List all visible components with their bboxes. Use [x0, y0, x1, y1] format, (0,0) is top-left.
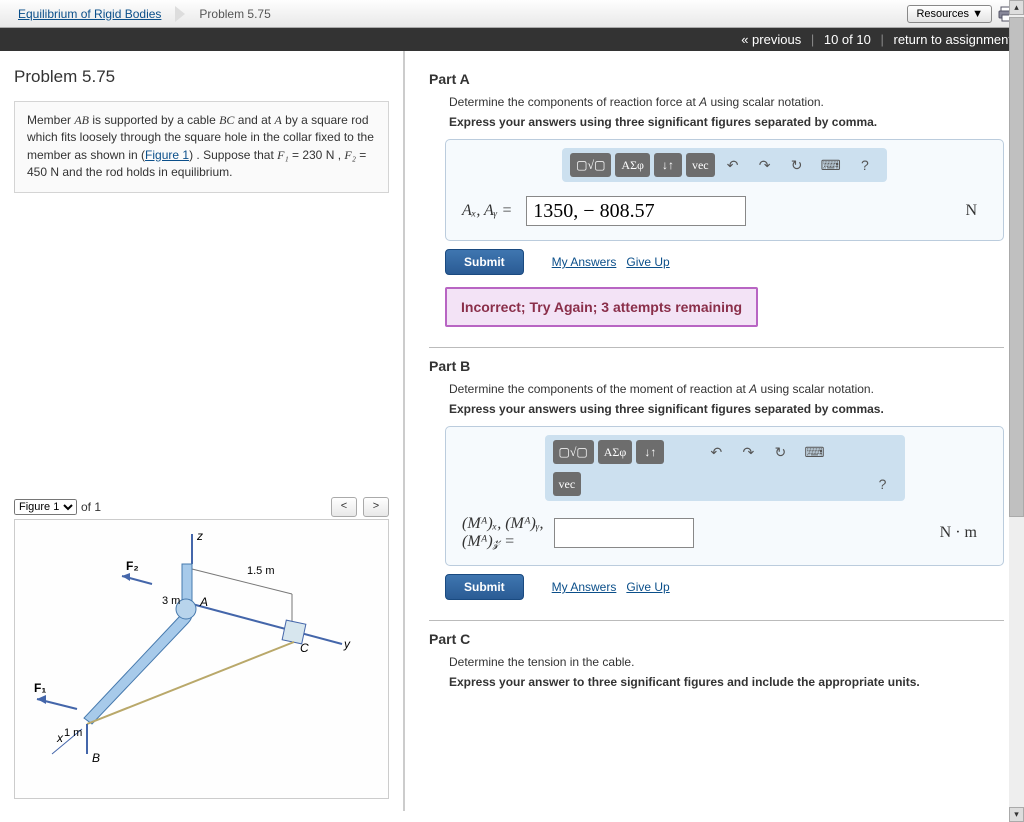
reset-icon[interactable]: ↻	[766, 440, 794, 464]
keyboard-icon[interactable]: ⌨	[815, 153, 847, 177]
greek-icon[interactable]: ΑΣφ	[598, 440, 633, 464]
part-b-answer-label: (Mᴬ)ₓ, (Mᴬ)ᵧ, (Mᴬ)𝓏 =	[462, 515, 544, 551]
breadcrumb-root[interactable]: Equilibrium of Rigid Bodies	[8, 3, 171, 25]
part-c-instruction: Express your answer to three significant…	[449, 675, 1004, 689]
svg-text:x: x	[56, 731, 64, 745]
part-a-heading: Part A	[429, 71, 1004, 87]
svg-text:1 m: 1 m	[64, 727, 82, 739]
resources-button[interactable]: Resources ▼	[907, 5, 992, 23]
top-bar: Equilibrium of Rigid Bodies Problem 5.75…	[0, 0, 1024, 28]
template-icon[interactable]: ▢√▢	[570, 153, 611, 177]
part-a-toolbar: ▢√▢ ΑΣφ ↓↑ vec ↶ ↷ ↻ ⌨ ?	[562, 148, 887, 182]
undo-icon[interactable]: ↶	[702, 440, 730, 464]
keyboard-icon[interactable]: ⌨	[798, 440, 830, 464]
prev-link[interactable]: « previous	[741, 32, 801, 47]
figure-select[interactable]: Figure 1	[14, 499, 77, 515]
svg-text:F₁: F₁	[34, 681, 46, 695]
svg-text:A: A	[199, 595, 208, 609]
redo-icon[interactable]: ↷	[734, 440, 762, 464]
scrollbar[interactable]: ▴ ▾	[1009, 51, 1024, 811]
part-b-submit-button[interactable]: Submit	[445, 574, 524, 600]
redo-icon[interactable]: ↷	[751, 153, 779, 177]
part-a-instruction: Express your answers using three signifi…	[449, 115, 1004, 129]
svg-text:y: y	[343, 637, 351, 651]
subscript-icon[interactable]: ↓↑	[636, 440, 664, 464]
problem-title: Problem 5.75	[14, 67, 389, 87]
part-a-answer-input[interactable]	[526, 196, 746, 226]
subscript-icon[interactable]: ↓↑	[654, 153, 682, 177]
part-c-heading: Part C	[429, 631, 1004, 647]
vector-icon[interactable]: vec	[686, 153, 715, 177]
part-b-give-up-link[interactable]: Give Up	[626, 580, 669, 594]
svg-text:B: B	[92, 751, 100, 765]
greek-icon[interactable]: ΑΣφ	[615, 153, 650, 177]
part-a-answer-label: Aₓ, Aᵧ =	[462, 202, 516, 220]
figure-section: Figure 1 of 1 < > z y 1.5 m C	[14, 497, 389, 799]
part-b-unit: N · m	[940, 524, 987, 542]
scroll-down-icon[interactable]: ▾	[1009, 807, 1024, 811]
part-a-answer-panel: ▢√▢ ΑΣφ ↓↑ vec ↶ ↷ ↻ ⌨ ? Aₓ, Aᵧ = N	[445, 139, 1004, 241]
figure-header: Figure 1 of 1 < >	[14, 497, 389, 517]
svg-text:3 m: 3 m	[162, 595, 180, 607]
svg-text:F₂: F₂	[126, 559, 139, 573]
svg-text:C: C	[300, 641, 309, 655]
template-icon[interactable]: ▢√▢	[553, 440, 594, 464]
undo-icon[interactable]: ↶	[719, 153, 747, 177]
breadcrumb-current: Problem 5.75	[189, 3, 280, 25]
svg-text:1.5 m: 1.5 m	[247, 565, 275, 577]
figure-next-button[interactable]: >	[363, 497, 389, 517]
scroll-thumb[interactable]	[1009, 51, 1024, 517]
left-column: Problem 5.75 Member AB is supported by a…	[0, 51, 405, 811]
part-a-give-up-link[interactable]: Give Up	[626, 255, 669, 269]
right-column: Part A Determine the components of react…	[405, 51, 1024, 811]
part-a-description: Determine the components of reaction for…	[449, 95, 1004, 109]
part-c-description: Determine the tension in the cable.	[449, 655, 1004, 669]
main-area: Problem 5.75 Member AB is supported by a…	[0, 51, 1024, 811]
part-b-answer-panel: ▢√▢ ΑΣφ ↓↑ ↶ ↷ ↻ ⌨ vec ? (Mᴬ)ₓ, (Mᴬ)ᵧ, (…	[445, 426, 1004, 566]
part-b-description: Determine the components of the moment o…	[449, 382, 1004, 396]
reset-icon[interactable]: ↻	[783, 153, 811, 177]
figure-of-label: of 1	[81, 500, 101, 514]
part-a-my-answers-link[interactable]: My Answers	[552, 255, 617, 269]
part-a-feedback: Incorrect; Try Again; 3 attempts remaini…	[445, 287, 758, 327]
part-b-toolbar: ▢√▢ ΑΣφ ↓↑ ↶ ↷ ↻ ⌨ vec ?	[545, 435, 905, 501]
part-b-heading: Part B	[429, 358, 1004, 374]
problem-statement: Member AB is supported by a cable BC and…	[14, 101, 389, 193]
part-b-instruction: Express your answers using three signifi…	[449, 402, 1004, 416]
figure-prev-button[interactable]: <	[331, 497, 357, 517]
nav-counter: 10 of 10	[824, 32, 871, 47]
part-b-answer-input[interactable]	[554, 518, 694, 548]
figure-image: z y 1.5 m C A 3 m F₂	[14, 519, 389, 799]
vector-icon[interactable]: vec	[553, 472, 582, 496]
figure-link[interactable]: Figure 1	[145, 148, 189, 162]
svg-text:z: z	[196, 529, 203, 543]
part-a-submit-button[interactable]: Submit	[445, 249, 524, 275]
return-link[interactable]: return to assignment	[893, 32, 1012, 47]
help-icon[interactable]: ?	[869, 472, 897, 496]
part-a-unit: N	[965, 202, 987, 220]
help-icon[interactable]: ?	[851, 153, 879, 177]
part-b-my-answers-link[interactable]: My Answers	[552, 580, 617, 594]
breadcrumb-separator-icon	[175, 6, 185, 22]
nav-bar: « previous | 10 of 10 | return to assign…	[0, 28, 1024, 51]
